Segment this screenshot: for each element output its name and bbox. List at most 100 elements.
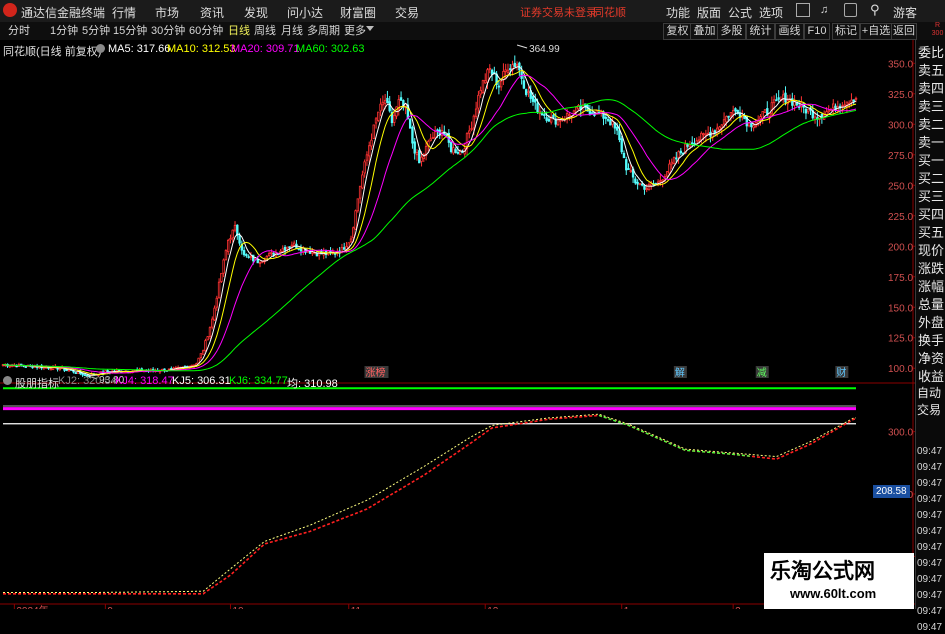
y-tick-label: 300.0 [888,120,913,131]
chevron-down-icon[interactable] [366,26,374,31]
candle-body [620,138,623,153]
mail-icon[interactable] [844,3,857,17]
y-tick-label: 350.0 [888,59,913,70]
menu-formula[interactable]: 公式 [728,4,752,21]
menu-quotes[interactable]: 行情 [112,4,136,21]
period-more[interactable]: 更多 [344,24,366,38]
settings-gear-icon[interactable] [96,44,105,53]
candle-body [74,372,77,374]
candle-body [490,69,494,75]
period-15min[interactable]: 15分钟 [113,24,147,38]
period-monthly[interactable]: 月线 [281,24,303,38]
kj5-readout: KJ5: 306.31 [172,375,231,387]
menu-wealth-circle[interactable]: 财富圈 [340,4,376,21]
draw-line-button[interactable]: 画线 [775,23,804,40]
menu-news[interactable]: 资讯 [200,4,224,21]
candle-body [850,99,853,103]
menu-layout[interactable]: 版面 [697,4,721,21]
trade-time-0: 09:47 [917,446,943,457]
candle-body [854,97,858,100]
period-1min[interactable]: 1分钟 [50,24,78,38]
guest-label[interactable]: 游客 [893,4,917,21]
candle-body [386,97,389,104]
overlay-button[interactable]: 叠加 [690,23,719,40]
menu-trade[interactable]: 交易 [395,4,419,21]
side-label-9: 买四 [918,207,945,222]
candle-body [634,178,637,184]
candle-body [279,250,282,253]
event-marker-0: 涨榜 [365,366,385,379]
menu-ask-xiaoda[interactable]: 问小达 [287,4,323,21]
trade-time-11: 09:47 [917,622,943,633]
search-icon[interactable]: ⚲ [870,2,880,18]
candle-body [668,163,671,174]
indicator-settings-icon[interactable] [3,376,12,385]
candle-body [343,247,346,250]
menu-options[interactable]: 选项 [759,4,783,21]
brand-link[interactable]: 同花顺 [593,4,626,20]
period-daily[interactable]: 日线 [228,24,250,38]
main-chart[interactable]: 364.9993.80涨榜解减财 100.0125.0150.0175.0200… [0,40,915,609]
side-label-3: 卖三 [918,99,945,114]
candle-body [356,198,360,212]
bell-icon[interactable]: ♫ [820,4,830,16]
add-watchlist-button[interactable]: +自选 [860,23,892,40]
period-multi[interactable]: 多周期 [307,24,340,38]
candle-body [315,253,319,257]
period-30min[interactable]: 30分钟 [151,24,185,38]
back-button[interactable]: 返回 [891,23,917,40]
candle-body [363,161,366,174]
chart-background [0,40,915,609]
period-intraday[interactable]: 分时 [8,24,30,38]
candle-body [524,89,528,95]
candle-body [716,127,719,135]
trade-time-6: 09:47 [917,542,943,553]
candle-body [572,110,576,115]
candle-body [288,246,291,249]
mark-button[interactable]: 标记 [832,23,860,40]
kj2-readout: KJ2: 320.54 [58,375,117,387]
candle-body [832,103,835,109]
candle-body [502,71,505,81]
candle-body [365,154,369,161]
candle-body [804,108,808,114]
candle-body [763,109,767,113]
candle-body [379,103,382,112]
login-warning[interactable]: 证券交易未登录 [520,4,597,20]
quote-side-panel: 委比 卖五 卖四 卖三 卖二 卖一 买一 买二 买三 买四 买五 现价 涨跌 涨幅 总量 外盘 换手 净资 收益 自… [915,40,945,633]
menu-market[interactable]: 市场 [155,4,179,21]
side-label-2: 卖四 [918,81,945,96]
trade-time-3: 09:47 [917,494,943,505]
period-60min[interactable]: 60分钟 [189,24,223,38]
candle-body [58,368,62,371]
candle-body [636,181,639,185]
trade-time-7: 09:47 [917,558,943,569]
window-restore-icon[interactable] [796,3,810,17]
trade-time-8: 09:47 [917,574,943,585]
f10-button[interactable]: F10 [804,23,830,40]
candle-body [354,210,357,230]
event-marker-3: 财 [836,366,846,379]
candle-body [470,128,473,130]
menu-discover[interactable]: 发现 [244,4,268,21]
kj4-readout: KJ4: 318.47 [115,375,174,387]
candle-body [49,368,52,371]
period-weekly[interactable]: 周线 [254,24,276,38]
candle-body [286,246,289,250]
statistics-button[interactable]: 统计 [746,23,775,40]
candle-body [281,248,284,252]
candle-body [766,108,769,115]
menu-functions[interactable]: 功能 [666,4,690,21]
candle-body [461,151,464,154]
candle-body [609,119,612,126]
multi-stock-button[interactable]: 多股 [717,23,746,40]
candle-body [372,124,375,140]
adjust-button[interactable]: 复权 [663,23,692,40]
candle-body [215,297,219,308]
candle-body [702,133,705,136]
candle-body [807,108,810,113]
auto-button[interactable]: 自动 [917,386,945,401]
trade-button[interactable]: 交易 [917,403,945,418]
indicator-value-badge: 208.58 [873,485,910,498]
period-5min[interactable]: 5分钟 [82,24,110,38]
